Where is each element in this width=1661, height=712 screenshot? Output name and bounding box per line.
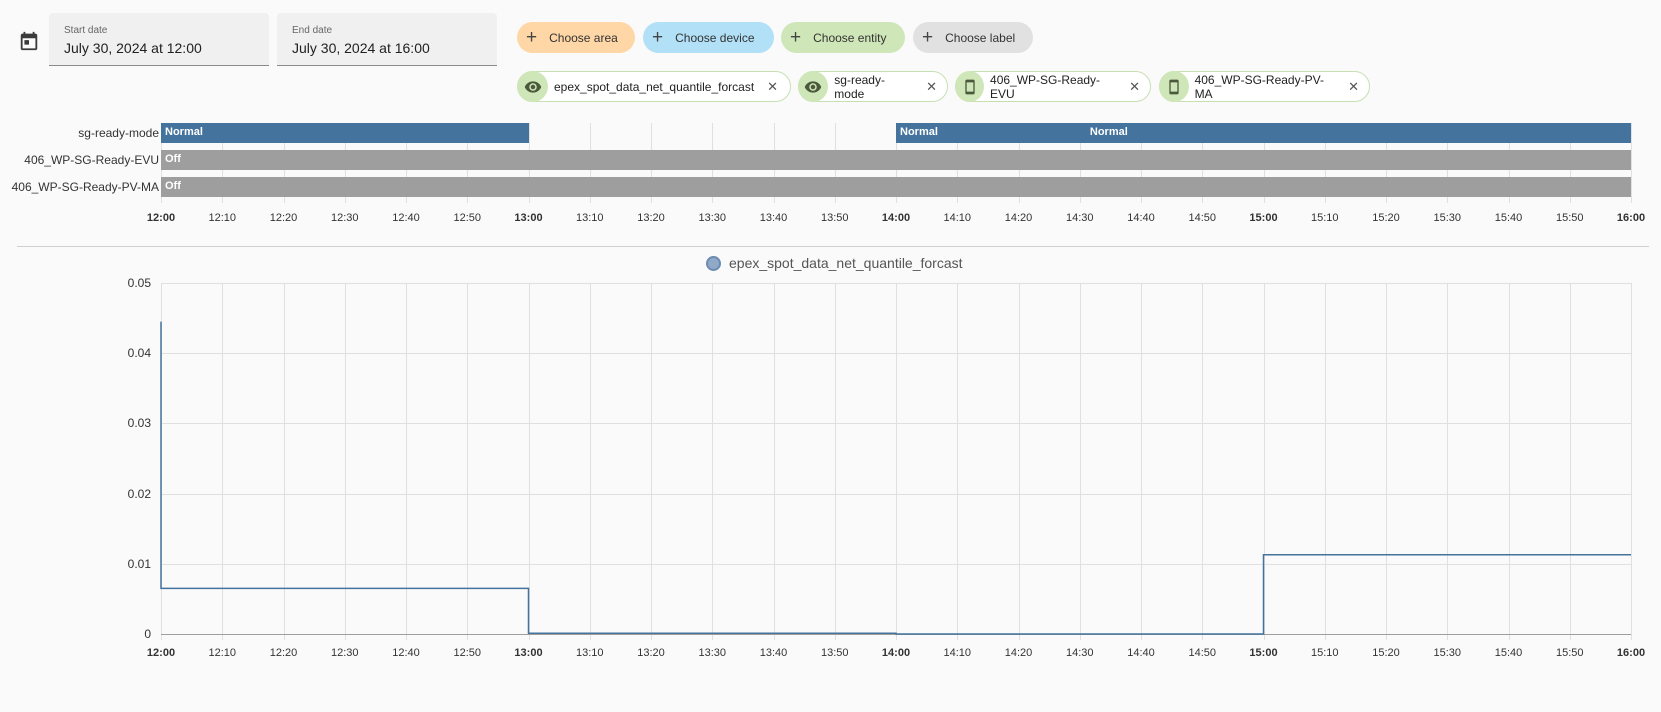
chart-plot-area xyxy=(160,321,1631,635)
chart-series-line[interactable] xyxy=(160,321,1631,635)
